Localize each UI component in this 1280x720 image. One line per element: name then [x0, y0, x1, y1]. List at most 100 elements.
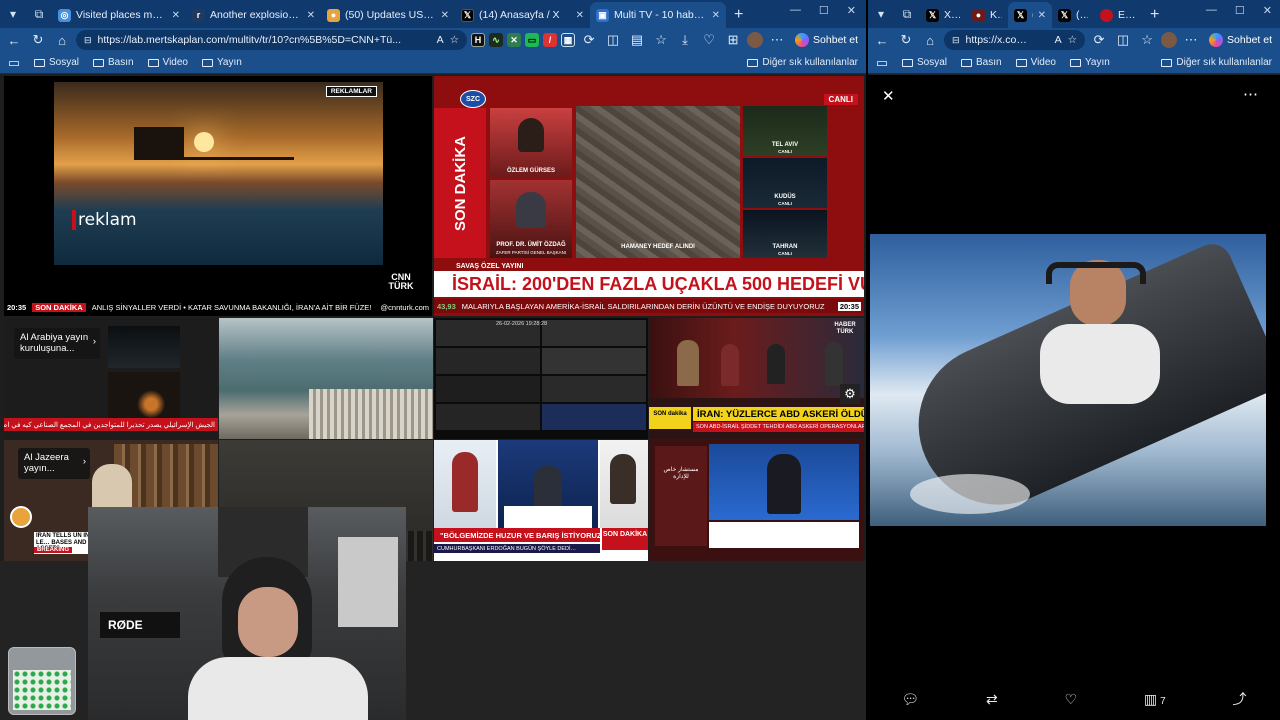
refresh-extension-icon[interactable]: ⟳	[1089, 30, 1109, 50]
new-tab-icon[interactable]: +	[1142, 2, 1167, 28]
workspaces-icon[interactable]: ⧉	[28, 3, 50, 25]
tab-title: (21) X	[1076, 9, 1088, 21]
collections-icon[interactable]: ⊞	[723, 30, 743, 50]
post-image[interactable]	[870, 234, 1266, 526]
home-icon[interactable]: ⌂	[920, 30, 940, 50]
share-icon[interactable]: ⤴	[1233, 689, 1247, 709]
read-aloud-icon[interactable]: A	[1055, 34, 1062, 46]
address-bar[interactable]: ⊟ https://lab.mertskaplan.com/multitv/tr…	[76, 30, 468, 50]
tab[interactable]: ● KickP…	[966, 2, 1008, 28]
more-menu-icon[interactable]: ⋯	[767, 30, 787, 50]
reply-icon[interactable]: 💬︎	[901, 691, 919, 708]
site-info-icon[interactable]: ⊟	[84, 35, 92, 46]
more-options-icon[interactable]: ⋯	[1243, 85, 1258, 103]
favorite-star-icon[interactable]: ☆	[1068, 34, 1077, 46]
favorites-icon[interactable]: ☆	[1137, 30, 1157, 50]
copilot-chat-button[interactable]: Sohbet et	[791, 33, 862, 47]
coastal-city-feed[interactable]	[219, 318, 433, 439]
tab-active[interactable]: ▣ Multi TV - 10 haber kanalı ✕	[590, 2, 726, 28]
extension-icon[interactable]: /	[543, 33, 558, 47]
refresh-icon[interactable]: ↻	[28, 30, 48, 50]
copilot-chat-button[interactable]: Sohbet et	[1205, 33, 1276, 47]
extension-icon[interactable]: ∿	[489, 33, 504, 47]
close-tab-icon[interactable]: ✕	[307, 10, 315, 21]
repost-icon[interactable]: ⇄	[986, 691, 998, 708]
other-favorites[interactable]: Diğer sık kullanılanlar	[1161, 57, 1272, 68]
new-tab-icon[interactable]: +	[726, 2, 751, 28]
bookmark-folder[interactable]: Yayın	[202, 57, 242, 68]
bookmark-menu-icon[interactable]: ▭	[876, 53, 888, 73]
tab-actions-icon[interactable]: ▾	[870, 3, 892, 25]
headline-text: İSRAİL: 200'DEN FAZLA UÇAKLA 500 HEDEFİ …	[434, 271, 864, 297]
other-favorites[interactable]: Diğer sık kullanılanlar	[747, 57, 858, 68]
al-arabiya-feed[interactable]: Al Arabiya yayın kuruluşuna... › الجيش ا…	[4, 318, 218, 439]
site-info-icon[interactable]: ⊟	[952, 35, 960, 46]
tgrt-feed[interactable]: "BÖLGEMİZDE HUZUR VE BARIŞ İSTİYORUZ" SO…	[434, 440, 648, 561]
close-tab-icon[interactable]: ✕	[441, 10, 449, 21]
city-feed-3: TAHRAN CANLI	[743, 210, 827, 258]
tab[interactable]: ◎ Visited places map editor ✕	[52, 2, 186, 28]
bookmark-folder[interactable]: Video	[147, 57, 188, 68]
tab-active[interactable]: 𝕏 (2… ✕	[1008, 2, 1052, 28]
extension-icon[interactable]: ▦	[561, 33, 576, 47]
maximize-icon[interactable]: ☐	[1235, 4, 1245, 17]
like-icon[interactable]: ♡	[1065, 691, 1078, 708]
immersive-reader-icon[interactable]: ▤	[627, 30, 647, 50]
szc-tv-feed[interactable]: SZC CANLI SON DAKİKA ÖZLEM GÜRSES PROF. …	[434, 76, 864, 316]
extension-icon[interactable]: H	[471, 33, 486, 47]
refresh-extension-icon[interactable]: ⟳	[579, 30, 599, 50]
minimize-icon[interactable]: —	[1206, 4, 1217, 17]
back-icon[interactable]: ←	[872, 30, 892, 50]
profile-avatar[interactable]	[1161, 32, 1178, 48]
ticker-text: MALARIYLA BAŞLAYAN AMERİKA-İSRAİL SALDIR…	[461, 301, 825, 311]
tab[interactable]: Englis…	[1094, 2, 1142, 28]
security-cam-grid-feed[interactable]: 26-02-2026 19:28:28	[434, 318, 648, 439]
tab[interactable]: r Another explosion sound at… ✕	[186, 2, 321, 28]
views-button[interactable]: ▥ 7	[1144, 691, 1166, 708]
bookmark-folder[interactable]: Sosyal	[34, 57, 79, 68]
bookmark-folder[interactable]: Sosyal	[902, 57, 947, 68]
split-screen-icon[interactable]: ◫	[1113, 30, 1133, 50]
haber-turk-feed[interactable]: HABER TÜRK ⚙ SON dakika İRAN: YÜZLERCE A…	[649, 318, 864, 439]
close-icon[interactable]: ✕	[882, 87, 895, 105]
favorites-icon[interactable]: ☆	[651, 30, 671, 50]
navigation-toolbar: ← ↻ ⌂ ⊟ https://x.co… A ☆ ⟳ ◫ ☆ ⋯ Sohbet…	[868, 28, 1280, 52]
extension-icon[interactable]: ✕	[507, 33, 522, 47]
arabic-news-feed[interactable]: مستشار خاص للإدارة	[649, 440, 864, 561]
bookmark-folder[interactable]: Yayın	[1070, 57, 1110, 68]
refresh-icon[interactable]: ↻	[896, 30, 916, 50]
close-window-icon[interactable]: ✕	[1263, 4, 1272, 17]
close-tab-icon[interactable]: ✕	[172, 10, 180, 21]
bookmark-menu-icon[interactable]: ▭	[8, 53, 20, 73]
downloads-icon[interactable]: ⤓	[675, 30, 695, 50]
tab[interactable]: 𝕏 (21) X	[1052, 2, 1094, 28]
profile-avatar[interactable]	[747, 32, 764, 48]
home-icon[interactable]: ⌂	[52, 30, 72, 50]
cnn-turk-feed[interactable]: REKLAMLAR reklam CNN TÜRK 20:35 SON DAKİ…	[4, 76, 432, 316]
favorite-star-icon[interactable]: ☆	[450, 34, 459, 46]
workspaces-icon[interactable]: ⧉	[896, 3, 918, 25]
tab-actions-icon[interactable]: ▾	[2, 3, 24, 25]
bookmark-folder[interactable]: Video	[1015, 57, 1056, 68]
bookmark-folder[interactable]: Basın	[93, 57, 134, 68]
tab[interactable]: 𝕏 X Kat…	[920, 2, 966, 28]
chevron-right-icon: ›	[92, 336, 96, 347]
back-icon[interactable]: ←	[4, 30, 24, 50]
settings-gear-icon[interactable]: ⚙	[840, 384, 860, 404]
tab[interactable]: 𝕏 (14) Anasayfa / X ✕	[455, 2, 590, 28]
close-tab-icon[interactable]: ✕	[1038, 10, 1046, 21]
minimize-icon[interactable]: —	[790, 4, 801, 17]
split-screen-icon[interactable]: ◫	[603, 30, 623, 50]
more-menu-icon[interactable]: ⋯	[1181, 30, 1201, 50]
extension-icon[interactable]: ▭	[525, 33, 540, 47]
tab[interactable]: ● (50) Updates US, Israel atta… ✕	[321, 2, 455, 28]
address-bar[interactable]: ⊟ https://x.co… A ☆	[944, 30, 1086, 50]
read-aloud-icon[interactable]: A	[437, 34, 444, 46]
heart-icon[interactable]: ♡	[699, 30, 719, 50]
close-window-icon[interactable]: ✕	[847, 4, 856, 17]
close-tab-icon[interactable]: ✕	[712, 10, 720, 21]
streamer-face	[238, 587, 298, 657]
bookmark-folder[interactable]: Basın	[961, 57, 1002, 68]
maximize-icon[interactable]: ☐	[819, 4, 829, 17]
close-tab-icon[interactable]: ✕	[576, 10, 584, 21]
